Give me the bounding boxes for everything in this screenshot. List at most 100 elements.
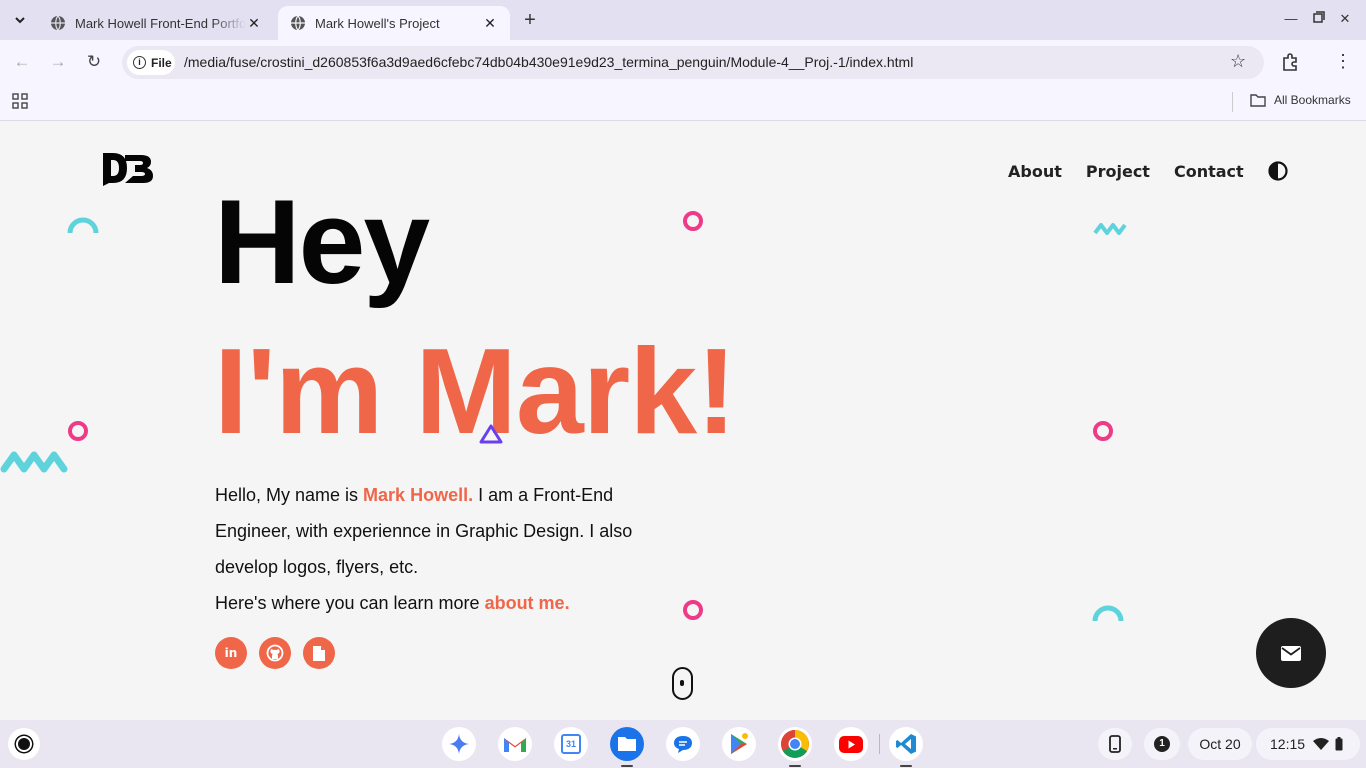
- linkedin-icon: in: [224, 646, 238, 660]
- date-button[interactable]: Oct 20: [1188, 728, 1252, 760]
- tab-portfolio[interactable]: Mark Howell Front-End Portfolio ✕: [38, 6, 274, 40]
- apps-grid-icon[interactable]: [12, 93, 28, 109]
- about-me-link[interactable]: about me.: [485, 593, 570, 613]
- site-nav: About Project Contact: [1008, 161, 1288, 181]
- headline-name: I'm Mark!: [214, 323, 737, 459]
- tab-strip: Mark Howell Front-End Portfolio ✕ Mark H…: [0, 0, 1366, 40]
- calendar-icon: 31: [561, 734, 581, 754]
- play-store-app[interactable]: [722, 727, 756, 761]
- teal-zigzag-decoration: [0, 451, 68, 473]
- tab-search-button[interactable]: [8, 8, 32, 32]
- github-icon: [266, 644, 284, 662]
- chip-label: File: [151, 55, 172, 70]
- back-button[interactable]: ←: [10, 50, 34, 74]
- restore-icon: [1313, 11, 1325, 23]
- purple-triangle-decoration: [479, 424, 503, 444]
- bookmarks-bar: All Bookmarks: [0, 84, 1366, 121]
- teal-zigzag-decoration: [1093, 223, 1127, 235]
- chrome-app[interactable]: [778, 727, 812, 767]
- github-button[interactable]: [259, 637, 291, 669]
- gmail-app[interactable]: [498, 727, 532, 761]
- gemini-sparkle-icon: [449, 734, 469, 754]
- forward-button[interactable]: →: [46, 50, 70, 74]
- bio-line2: Here's where you can learn more: [215, 593, 485, 613]
- mb-logo-icon[interactable]: [103, 152, 153, 186]
- pink-ring-decoration: [683, 211, 703, 231]
- browser-toolbar: ← → ↻ i File /media/fuse/crostini_d26085…: [0, 40, 1366, 84]
- date-text: Oct 20: [1199, 736, 1241, 752]
- bio-intro: Hello, My name is: [215, 485, 364, 505]
- all-bookmarks-label: All Bookmarks: [1274, 93, 1351, 107]
- wifi-icon: [1313, 738, 1330, 750]
- nav-project-link[interactable]: Project: [1086, 162, 1150, 181]
- running-indicator: [621, 765, 633, 767]
- folder-icon: [1250, 94, 1266, 107]
- teal-arc-decoration: [1092, 605, 1124, 622]
- site-info-chip[interactable]: i File: [127, 50, 175, 75]
- envelope-icon: [1281, 645, 1301, 661]
- gemini-app[interactable]: [442, 727, 476, 761]
- close-tab-icon[interactable]: ✕: [482, 15, 498, 32]
- nav-about-link[interactable]: About: [1008, 162, 1062, 181]
- notification-count-badge: 1: [1154, 736, 1170, 752]
- kebab-menu-icon[interactable]: ⋮: [1334, 50, 1352, 72]
- shelf-divider: [879, 734, 880, 754]
- chevron-down-icon: [15, 17, 25, 24]
- bio-text: Hello, My name is Mark Howell. I am a Fr…: [215, 477, 645, 621]
- calendar-app[interactable]: 31: [554, 727, 588, 761]
- url-text[interactable]: /media/fuse/crostini_d260853f6a3d9aed6cf…: [184, 54, 913, 70]
- info-icon: i: [133, 56, 146, 69]
- pink-ring-decoration: [1093, 421, 1113, 441]
- all-bookmarks-button[interactable]: All Bookmarks: [1250, 93, 1351, 107]
- youtube-icon: [839, 735, 863, 753]
- running-indicator: [789, 765, 801, 767]
- resume-file-icon: [313, 645, 325, 661]
- folder-icon: [618, 737, 636, 751]
- linkedin-button[interactable]: in: [215, 637, 247, 669]
- close-tab-icon[interactable]: ✕: [246, 15, 262, 32]
- reload-button[interactable]: ↻: [82, 50, 106, 74]
- globe-icon: [291, 15, 305, 31]
- new-tab-button[interactable]: +: [518, 8, 542, 32]
- close-window-button[interactable]: ✕: [1334, 8, 1356, 30]
- tab-title: Mark Howell Front-End Portfolio: [75, 15, 246, 31]
- launcher-button[interactable]: [8, 728, 40, 760]
- address-bar[interactable]: i File /media/fuse/crostini_d260853f6a3d…: [122, 46, 1264, 79]
- youtube-app[interactable]: [834, 727, 868, 761]
- restore-button[interactable]: [1308, 8, 1330, 30]
- bookmark-star-icon[interactable]: ☆: [1230, 51, 1246, 72]
- tab-title: Mark Howell's Project: [315, 15, 440, 31]
- tab-project[interactable]: Mark Howell's Project ✕: [278, 6, 510, 40]
- headline-hey: Hey: [214, 175, 430, 309]
- chat-bubble-icon: [674, 736, 692, 753]
- battery-icon: [1335, 737, 1343, 751]
- system-shelf: 31 1 Oct 20 12:15: [0, 720, 1366, 768]
- bookmarks-divider: [1232, 92, 1233, 112]
- chrome-icon: [781, 730, 809, 758]
- contact-fab-button[interactable]: [1256, 618, 1326, 688]
- running-indicator: [900, 765, 912, 767]
- play-triangle-icon: [731, 733, 748, 754]
- phone-icon: [1109, 735, 1121, 753]
- status-area-button[interactable]: 12:15: [1256, 728, 1360, 760]
- teal-arc-decoration: [67, 217, 99, 234]
- files-app[interactable]: [610, 727, 644, 767]
- extensions-puzzle-icon[interactable]: [1280, 52, 1300, 72]
- phone-hub-button[interactable]: [1098, 728, 1132, 760]
- messages-app[interactable]: [666, 727, 700, 761]
- nav-contact-link[interactable]: Contact: [1174, 162, 1244, 181]
- scroll-indicator-icon[interactable]: [672, 667, 693, 700]
- pink-ring-decoration: [683, 600, 703, 620]
- notifications-button[interactable]: 1: [1144, 728, 1180, 760]
- bio-name-highlight: Mark Howell.: [363, 485, 474, 505]
- minimize-button[interactable]: —: [1280, 8, 1302, 30]
- vscode-app[interactable]: [889, 727, 923, 767]
- vscode-icon: [896, 734, 916, 754]
- web-page: About Project Contact Hey I'm Mark! Hell…: [0, 121, 1366, 720]
- globe-icon: [51, 15, 65, 31]
- social-links: in: [215, 637, 347, 669]
- pink-ring-decoration: [68, 421, 88, 441]
- resume-button[interactable]: [303, 637, 335, 669]
- gmail-icon: [504, 738, 526, 752]
- half-circle-contrast-icon[interactable]: [1268, 161, 1288, 181]
